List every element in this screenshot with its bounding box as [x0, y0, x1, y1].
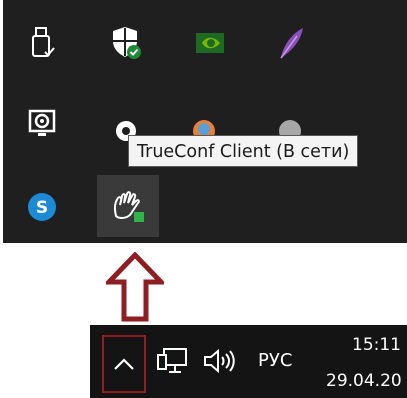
tooltip: TrueConf Client (В сети) [128, 135, 359, 167]
trueconf-client-icon[interactable] [97, 175, 159, 237]
input-language-indicator[interactable]: РУС [258, 350, 292, 371]
svg-text:S: S [36, 198, 48, 218]
annotation-arrow [106, 252, 164, 322]
show-hidden-icons-button[interactable] [102, 335, 146, 393]
chevron-up-icon [114, 358, 134, 370]
windows-security-icon[interactable] [105, 22, 147, 64]
display-settings-icon[interactable] [21, 103, 63, 145]
clock-time[interactable]: 15:11 [352, 335, 401, 355]
feather-app-icon[interactable] [269, 22, 311, 64]
volume-icon[interactable] [202, 347, 238, 379]
nvidia-icon[interactable] [189, 22, 231, 64]
network-icon[interactable] [156, 347, 190, 379]
clock-date[interactable]: 29.04.20 [326, 371, 402, 391]
skype-icon[interactable]: S [21, 186, 63, 228]
taskbar: РУС 15:11 29.04.20 [90, 325, 407, 398]
tray-overflow-flyout: S [3, 0, 407, 243]
usb-safely-remove-icon[interactable] [21, 22, 63, 64]
tooltip-text: TrueConf Client (В сети) [137, 142, 350, 162]
